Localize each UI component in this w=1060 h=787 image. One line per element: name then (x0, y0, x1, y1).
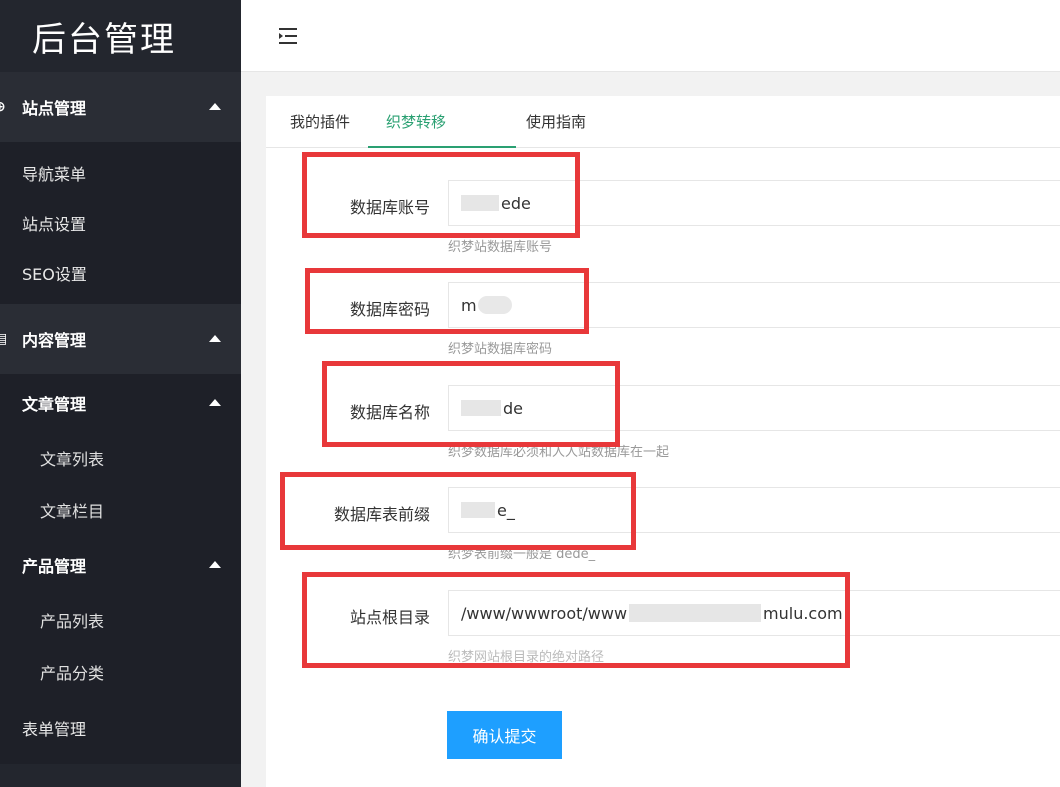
db-user-hint: 织梦站数据库账号 (448, 240, 553, 255)
app-title: 后台管理 (32, 19, 176, 60)
sidebar-group-label: 内容管理 (22, 331, 87, 350)
sidebar: 后台管理 ⊕ 站点管理 导航菜单 站点设置 SEO设置 ▤ 内容管理 文章管理 … (0, 0, 241, 787)
sidebar-item-nav-menu[interactable]: 导航菜单 (0, 148, 241, 198)
sidebar-item-product-categories[interactable]: 产品分类 (0, 646, 241, 698)
sidebar-content-items: 文章管理 文章列表 文章栏目 产品管理 产品列表 产品分类 表单管理 (0, 374, 241, 764)
sidebar-item-products[interactable]: 产品管理 (0, 536, 241, 594)
sidebar-item-forms[interactable]: 表单管理 (0, 698, 241, 758)
sidebar-item-article-list[interactable]: 文章列表 (0, 432, 241, 484)
caret-up-icon (209, 399, 221, 406)
annotation-box (302, 152, 580, 238)
sidebar-site-items: 导航菜单 站点设置 SEO设置 (0, 142, 241, 304)
top-header (241, 0, 1060, 72)
db-password-hint: 织梦站数据库密码 (448, 342, 553, 357)
annotation-box (305, 268, 589, 334)
sidebar-item-seo-settings[interactable]: SEO设置 (0, 248, 241, 298)
sidebar-item-label: 产品管理 (22, 557, 87, 576)
sidebar-group-site[interactable]: ⊕ 站点管理 (0, 72, 241, 142)
menu-fold-icon[interactable] (279, 28, 299, 44)
tab-dede-migration[interactable]: 织梦转移 (368, 96, 517, 148)
caret-up-icon (209, 103, 221, 110)
annotation-box (322, 361, 620, 447)
annotation-box (302, 572, 850, 668)
submit-button[interactable]: 确认提交 (447, 711, 562, 759)
document-icon: ▤ (0, 331, 8, 347)
globe-icon: ⊕ (0, 99, 6, 115)
tab-guide[interactable]: 使用指南 (516, 96, 604, 147)
sidebar-item-article-columns[interactable]: 文章栏目 (0, 484, 241, 536)
sidebar-item-articles[interactable]: 文章管理 (0, 374, 241, 432)
annotation-box (280, 472, 636, 550)
sidebar-item-product-list[interactable]: 产品列表 (0, 594, 241, 646)
caret-up-icon (209, 561, 221, 568)
tab-label: 织梦转移 (386, 113, 447, 131)
sidebar-group-content[interactable]: ▤ 内容管理 (0, 304, 241, 374)
tab-my-plugins[interactable]: 我的插件 (272, 96, 368, 147)
tab-bar: 我的插件 织梦转移 使用指南 (266, 96, 1060, 148)
sidebar-item-site-settings[interactable]: 站点设置 (0, 198, 241, 248)
sidebar-group-label: 站点管理 (22, 99, 87, 118)
caret-up-icon (209, 335, 221, 342)
sidebar-item-label: 文章管理 (22, 395, 87, 414)
